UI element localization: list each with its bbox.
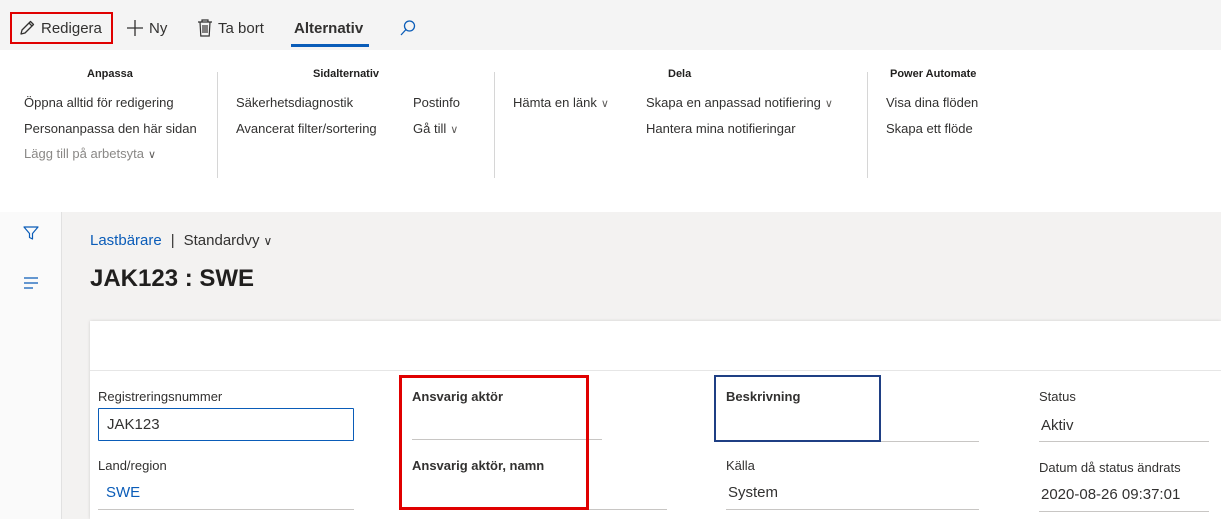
ribbon-divider — [867, 72, 868, 178]
card-divider — [90, 370, 1221, 371]
breadcrumb: Lastbärare | Standardvy ∨ — [90, 232, 272, 249]
new-button[interactable]: Ny — [126, 14, 167, 42]
ribbon-item-label: Hämta en länk — [513, 95, 597, 110]
ribbon-item-security-diagnostics[interactable]: Säkerhetsdiagnostik — [236, 95, 353, 110]
breadcrumb-separator: | — [170, 232, 175, 249]
chevron-down-icon: ∨ — [147, 149, 157, 161]
blue-highlight-frame — [714, 375, 881, 442]
view-selector-label: Standardvy — [183, 232, 260, 249]
ribbon-item-label: Gå till — [413, 121, 447, 136]
edit-button-label: Redigera — [41, 19, 102, 37]
red-highlight-frame — [399, 375, 589, 510]
ribbon-item-label: Lägg till på arbetsyta — [24, 146, 144, 161]
chevron-down-icon: ∨ — [450, 124, 459, 136]
chevron-down-icon: ∨ — [263, 234, 273, 248]
ribbon-item-get-link[interactable]: Hämta en länk ∨ — [513, 95, 609, 110]
registration-number-input[interactable] — [98, 408, 354, 441]
ribbon-divider — [494, 72, 495, 178]
pencil-icon — [18, 19, 36, 37]
ribbon-item-add-to-workspace[interactable]: Lägg till på arbetsyta ∨ — [24, 146, 156, 161]
ribbon-group-title: Anpassa — [87, 68, 133, 80]
ribbon-group-title: Sidalternativ — [313, 68, 380, 80]
chevron-down-icon: ∨ — [824, 98, 833, 110]
source-value: System — [728, 484, 779, 501]
view-selector[interactable]: Standardvy ∨ — [184, 232, 273, 249]
ribbon-divider — [217, 72, 218, 178]
ribbon-item-go-to[interactable]: Gå till ∨ — [413, 121, 458, 136]
search-button[interactable] — [399, 14, 417, 42]
plus-icon — [126, 19, 144, 37]
country-region-value[interactable]: SWE — [106, 484, 140, 501]
status-field-underline — [1039, 441, 1209, 442]
ribbon-item-label: Skapa en anpassad notifiering — [646, 95, 821, 110]
new-button-label: Ny — [149, 19, 168, 37]
country-region-field-underline — [98, 509, 354, 510]
tab-options-label: Alternativ — [294, 19, 364, 37]
status-changed-date-field-underline — [1039, 511, 1209, 512]
edit-button[interactable]: Redigera — [10, 12, 113, 44]
ribbon-item-manage-notifications[interactable]: Hantera mina notifieringar — [646, 121, 796, 136]
ribbon-item-create-notification[interactable]: Skapa en anpassad notifiering ∨ — [646, 95, 833, 110]
status-value: Aktiv — [1041, 417, 1074, 434]
command-bar — [0, 0, 1221, 50]
country-region-label: Land/region — [98, 458, 167, 473]
chevron-down-icon: ∨ — [600, 98, 609, 110]
ribbon-item-record-info[interactable]: Postinfo — [413, 95, 460, 110]
ribbon-group-title: Power Automate — [890, 68, 977, 80]
filter-icon[interactable] — [23, 225, 39, 246]
ribbon-item-view-flows[interactable]: Visa dina flöden — [886, 95, 978, 110]
breadcrumb-link[interactable]: Lastbärare — [90, 232, 162, 249]
source-label: Källa — [726, 458, 755, 473]
tab-options-indicator — [291, 44, 369, 47]
status-label: Status — [1039, 389, 1076, 404]
list-icon[interactable] — [23, 276, 39, 295]
ribbon-item-personalize-page[interactable]: Personanpassa den här sidan — [24, 121, 197, 136]
page-title: JAK123 : SWE — [90, 265, 255, 292]
delete-button[interactable]: Ta bort — [197, 14, 264, 42]
trash-icon — [197, 19, 213, 37]
left-navigation-pane — [0, 212, 62, 519]
ribbon-item-always-open-edit[interactable]: Öppna alltid för redigering — [24, 95, 174, 110]
tab-options[interactable]: Alternativ — [294, 14, 363, 42]
ribbon-group-title: Dela — [668, 68, 692, 80]
delete-button-label: Ta bort — [218, 19, 264, 37]
status-changed-date-label: Datum då status ändrats — [1039, 460, 1181, 475]
registration-number-label: Registreringsnummer — [98, 389, 223, 404]
status-changed-date-value: 2020-08-26 09:37:01 — [1041, 486, 1181, 503]
search-icon — [399, 19, 417, 37]
source-field-underline — [726, 509, 979, 510]
ribbon-item-advanced-filter[interactable]: Avancerat filter/sortering — [236, 121, 377, 136]
ribbon-item-create-flow[interactable]: Skapa ett flöde — [886, 121, 973, 136]
